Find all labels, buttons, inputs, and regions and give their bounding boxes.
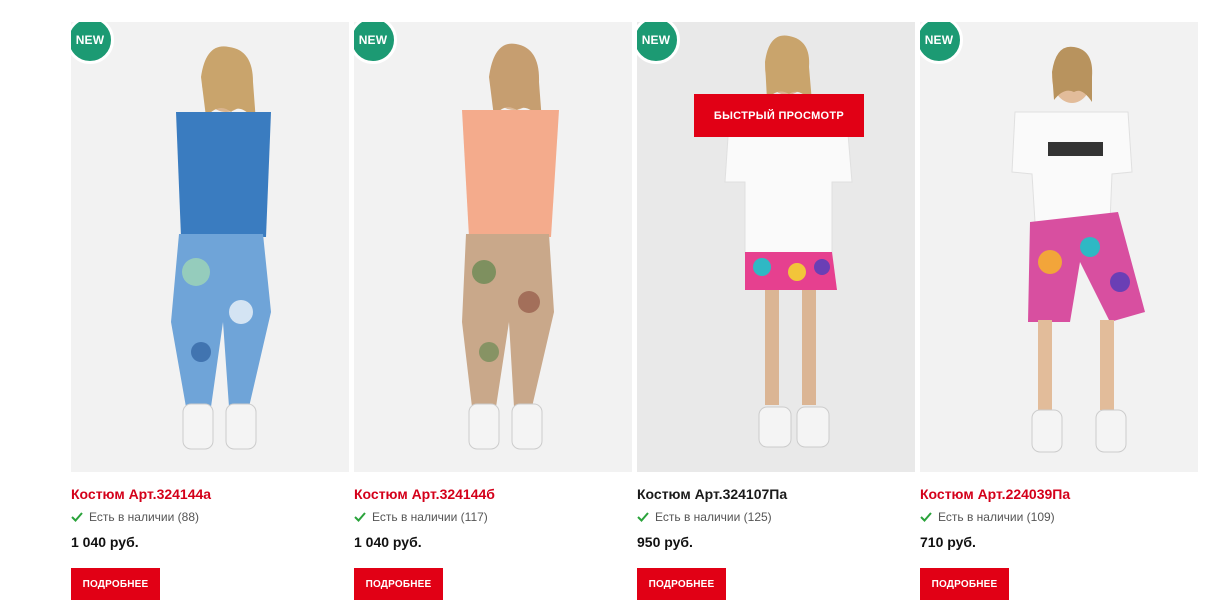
details-button[interactable]: ПОДРОБНЕЕ bbox=[354, 568, 443, 600]
product-image[interactable]: NEW bbox=[71, 22, 349, 472]
product-title[interactable]: Костюм Арт.324144б bbox=[354, 485, 632, 503]
product-card[interactable]: NEW БЫСТРЫЙ ПРОСМОТР Костюм Арт.324107Па… bbox=[637, 22, 915, 600]
product-image[interactable]: NEW БЫСТРЫЙ ПРОСМОТР bbox=[637, 22, 915, 472]
product-price: 1 040 руб. bbox=[71, 534, 139, 550]
check-icon bbox=[354, 512, 366, 522]
product-title[interactable]: Костюм Арт.224039Па bbox=[920, 485, 1198, 503]
details-button[interactable]: ПОДРОБНЕЕ bbox=[920, 568, 1009, 600]
product-card[interactable]: NEW Костюм Арт.224039Па Есть в наличии (… bbox=[920, 22, 1198, 600]
details-button[interactable]: ПОДРОБНЕЕ bbox=[637, 568, 726, 600]
check-icon bbox=[71, 512, 83, 522]
model-figure bbox=[724, 35, 853, 448]
product-title[interactable]: Костюм Арт.324107Па bbox=[637, 485, 915, 503]
quick-view-button[interactable]: БЫСТРЫЙ ПРОСМОТР bbox=[694, 94, 864, 137]
check-icon bbox=[637, 512, 649, 522]
check-icon bbox=[920, 512, 932, 522]
stock-text: Есть в наличии (88) bbox=[89, 510, 199, 524]
model-figure bbox=[1011, 46, 1145, 453]
stock-text: Есть в наличии (109) bbox=[938, 510, 1055, 524]
stock-status: Есть в наличии (117) bbox=[354, 509, 632, 525]
stock-status: Есть в наличии (88) bbox=[71, 509, 349, 525]
stock-status: Есть в наличии (109) bbox=[920, 509, 1198, 525]
product-title[interactable]: Костюм Арт.324144а bbox=[71, 485, 349, 503]
model-figure bbox=[462, 43, 559, 450]
product-card[interactable]: NEW Костюм Арт.324144а Есть в наличии (8… bbox=[71, 22, 349, 600]
model-figure bbox=[171, 46, 271, 450]
product-price: 710 руб. bbox=[920, 534, 976, 550]
details-button[interactable]: ПОДРОБНЕЕ bbox=[71, 568, 160, 600]
stock-text: Есть в наличии (125) bbox=[655, 510, 772, 524]
product-image[interactable]: NEW bbox=[920, 22, 1198, 472]
product-price: 1 040 руб. bbox=[354, 534, 422, 550]
product-grid: NEW Костюм Арт.324144а Есть в наличии (8… bbox=[0, 0, 1219, 609]
product-price: 950 руб. bbox=[637, 534, 693, 550]
product-card[interactable]: NEW Костюм Арт.324144б Есть в наличии (1… bbox=[354, 22, 632, 600]
stock-text: Есть в наличии (117) bbox=[372, 510, 488, 524]
product-image[interactable]: NEW bbox=[354, 22, 632, 472]
stock-status: Есть в наличии (125) bbox=[637, 509, 915, 525]
